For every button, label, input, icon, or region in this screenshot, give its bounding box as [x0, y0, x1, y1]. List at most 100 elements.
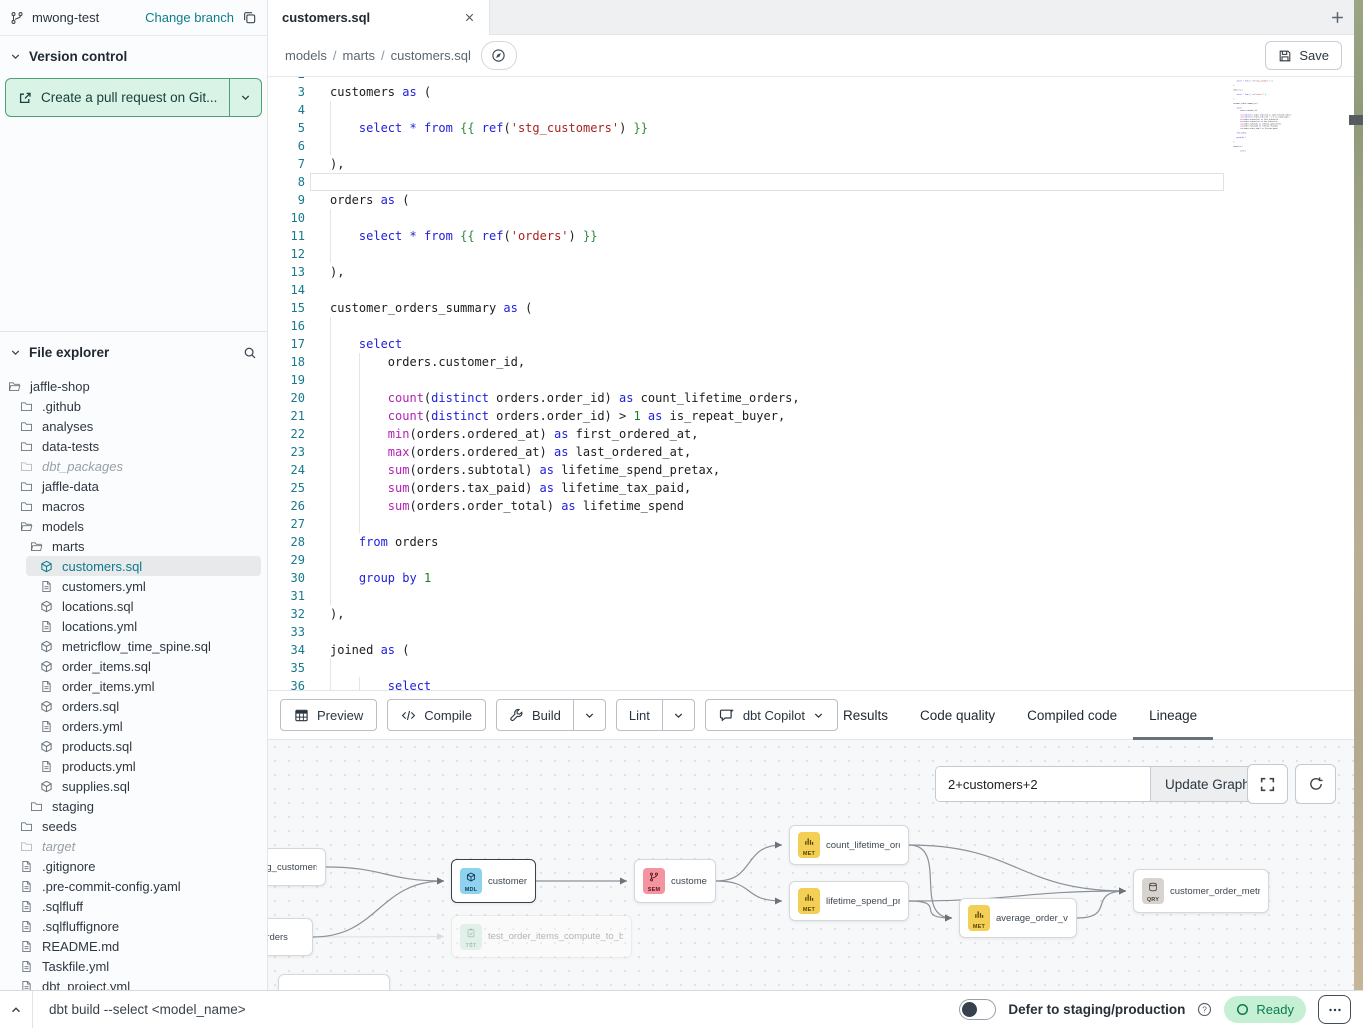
editor-tab-customers-sql[interactable]: customers.sql — [268, 0, 490, 35]
tree-item-orders.sql[interactable]: orders.sql — [0, 696, 267, 716]
code-line-28[interactable]: 28 from orders — [268, 533, 1278, 551]
code-line-30[interactable]: 30 group by 1 — [268, 569, 1278, 587]
tree-item-macros[interactable]: macros — [0, 496, 267, 516]
code-line-31[interactable]: 31 — [268, 587, 1278, 605]
code-line-33[interactable]: 33 — [268, 623, 1278, 641]
collapse-command-bar-button[interactable] — [0, 991, 33, 1028]
code-line-25[interactable]: 25 sum(orders.tax_paid) as lifetime_tax_… — [268, 479, 1278, 497]
copy-icon[interactable] — [242, 10, 257, 25]
code-line-15[interactable]: 15customer_orders_summary as ( — [268, 299, 1278, 317]
code-line-29[interactable]: 29 — [268, 551, 1278, 569]
tree-item-locations.yml[interactable]: locations.yml — [0, 616, 267, 636]
new-tab-button[interactable] — [1322, 2, 1352, 32]
lineage-node-orders[interactable]: MDLorders — [268, 918, 313, 956]
tree-item-data-tests[interactable]: data-tests — [0, 436, 267, 456]
tree-item-jaffle-shop[interactable]: jaffle-shop — [0, 376, 267, 396]
tree-item-README.md[interactable]: README.md — [0, 936, 267, 956]
code-line-27[interactable]: 27 — [268, 515, 1278, 533]
code-line-13[interactable]: 13), — [268, 263, 1278, 281]
tree-item-dbt_packages[interactable]: dbt_packages — [0, 456, 267, 476]
code-line-35[interactable]: 35 — [268, 659, 1278, 677]
command-input[interactable]: dbt build --select <model_name> — [49, 1002, 246, 1017]
code-line-34[interactable]: 34joined as ( — [268, 641, 1278, 659]
code-line-32[interactable]: 32), — [268, 605, 1278, 623]
lint-button[interactable]: Lint — [617, 700, 663, 730]
lineage-node-customers_sem[interactable]: SEMcustomers — [634, 859, 716, 903]
code-line-17[interactable]: 17 select — [268, 335, 1278, 353]
build-button[interactable]: Build — [497, 700, 574, 730]
fullscreen-button[interactable] — [1247, 764, 1288, 804]
code-line-5[interactable]: 5 select * from {{ ref('stg_customers') … — [268, 119, 1278, 137]
code-line-19[interactable]: 19 — [268, 371, 1278, 389]
lineage-node-test_order_items[interactable]: TSTtest_order_items_compute_to_bools... — [451, 915, 632, 958]
tab-lineage[interactable]: Lineage — [1133, 691, 1213, 740]
compile-button[interactable]: Compile — [387, 699, 486, 731]
tree-item-products.yml[interactable]: products.yml — [0, 756, 267, 776]
tab-code-quality[interactable]: Code quality — [904, 691, 1011, 740]
tree-item-jaffle-data[interactable]: jaffle-data — [0, 476, 267, 496]
code-line-23[interactable]: 23 max(orders.ordered_at) as last_ordere… — [268, 443, 1278, 461]
tree-item-.gitignore[interactable]: .gitignore — [0, 856, 267, 876]
code-line-8[interactable]: 8 — [268, 173, 1278, 191]
code-line-7[interactable]: 7), — [268, 155, 1278, 173]
refresh-button[interactable] — [1295, 764, 1336, 804]
close-icon[interactable] — [464, 12, 475, 23]
explore-pill[interactable] — [481, 41, 517, 70]
code-line-24[interactable]: 24 sum(orders.subtotal) as lifetime_spen… — [268, 461, 1278, 479]
code-line-4[interactable]: 4 — [268, 101, 1278, 119]
breadcrumb-file[interactable]: customers.sql — [391, 48, 471, 63]
save-button[interactable]: Save — [1265, 41, 1342, 70]
breadcrumb-marts[interactable]: marts — [343, 48, 376, 63]
code-line-3[interactable]: 3customers as ( — [268, 83, 1278, 101]
tree-item-seeds[interactable]: seeds — [0, 816, 267, 836]
tree-item-.sqlfluffignore[interactable]: .sqlfluffignore — [0, 916, 267, 936]
tree-item-Taskfile.yml[interactable]: Taskfile.yml — [0, 956, 267, 976]
code-line-18[interactable]: 18 orders.customer_id, — [268, 353, 1278, 371]
tree-item-orders.yml[interactable]: orders.yml — [0, 716, 267, 736]
code-line-20[interactable]: 20 count(distinct orders.order_id) as co… — [268, 389, 1278, 407]
code-line-14[interactable]: 14 — [268, 281, 1278, 299]
lineage-node-count_lifetime_orders[interactable]: METcount_lifetime_orders — [789, 825, 909, 865]
tree-item-supplies.sql[interactable]: supplies.sql — [0, 776, 267, 796]
tree-item-products.sql[interactable]: products.sql — [0, 736, 267, 756]
version-control-header[interactable]: Version control — [0, 36, 267, 72]
code-line-6[interactable]: 6 — [268, 137, 1278, 155]
create-pull-request-dropdown[interactable] — [230, 79, 261, 116]
code-line-22[interactable]: 22 min(orders.ordered_at) as first_order… — [268, 425, 1278, 443]
breadcrumb-models[interactable]: models — [285, 48, 327, 63]
tab-results[interactable]: Results — [827, 691, 904, 740]
tree-item-customers.yml[interactable]: customers.yml — [0, 576, 267, 596]
tree-item-models[interactable]: models — [0, 516, 267, 536]
tree-item-order_items.sql[interactable]: order_items.sql — [0, 656, 267, 676]
lineage-node-customers_mdl[interactable]: MDLcustomers — [451, 859, 536, 903]
lineage-selector-input[interactable] — [936, 767, 1150, 801]
code-line-9[interactable]: 9orders as ( — [268, 191, 1278, 209]
tree-item-dbt_project.yml[interactable]: dbt_project.yml — [0, 976, 267, 990]
dbt-copilot-button[interactable]: dbt Copilot — [705, 699, 838, 731]
tree-item-.github[interactable]: .github — [0, 396, 267, 416]
lineage-node-stg_customers[interactable]: MDLstg_customers — [268, 848, 326, 886]
tree-item-target[interactable]: target — [0, 836, 267, 856]
file-explorer-header[interactable]: File explorer — [0, 332, 267, 368]
code-line-36[interactable]: 36 select — [268, 677, 1278, 690]
tree-item-locations.sql[interactable]: locations.sql — [0, 596, 267, 616]
tree-item-customers.sql[interactable]: customers.sql — [26, 556, 261, 576]
code-line-16[interactable]: 16 — [268, 317, 1278, 335]
build-dropdown[interactable] — [574, 700, 605, 730]
code-line-11[interactable]: 11 select * from {{ ref('orders') }} — [268, 227, 1278, 245]
code-line-21[interactable]: 21 count(distinct orders.order_id) > 1 a… — [268, 407, 1278, 425]
editor-scrollbar-thumb[interactable] — [1349, 115, 1363, 125]
tree-item-metricflow_time_spine.sql[interactable]: metricflow_time_spine.sql — [0, 636, 267, 656]
more-options-button[interactable] — [1318, 995, 1351, 1024]
minimap[interactable]: withcustomers as ( select * from {{ ref(… — [1233, 77, 1317, 203]
code-line-12[interactable]: 12 — [268, 245, 1278, 263]
create-pull-request-button[interactable]: Create a pull request on Git... — [5, 78, 262, 117]
tab-compiled-code[interactable]: Compiled code — [1011, 691, 1133, 740]
lineage-canvas[interactable]: Update Graph MDLstg_customersMDLordersMD… — [268, 740, 1363, 990]
tree-item-marts[interactable]: marts — [0, 536, 267, 556]
tree-item-analyses[interactable]: analyses — [0, 416, 267, 436]
code-line-26[interactable]: 26 sum(orders.order_total) as lifetime_s… — [268, 497, 1278, 515]
tree-item-.sqlfluff[interactable]: .sqlfluff — [0, 896, 267, 916]
code-editor[interactable]: 1with23customers as (45 select * from {{… — [268, 77, 1363, 690]
defer-toggle[interactable] — [959, 999, 996, 1020]
